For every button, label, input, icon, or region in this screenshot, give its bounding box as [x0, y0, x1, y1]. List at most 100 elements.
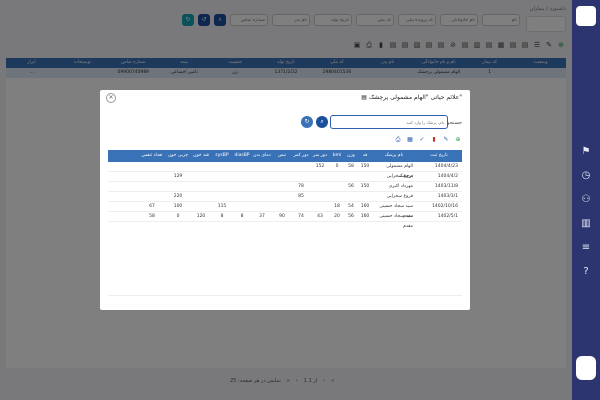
users-icon[interactable]: ⚇ [572, 188, 600, 212]
clock-icon[interactable]: ◷ [572, 164, 600, 188]
table-row[interactable]: 1404/4/23 الهام مشمولی پرچشک 150 58 0 152 [108, 162, 462, 179]
table-cell: سید سجاد حسینی مقدم [379, 204, 413, 219]
table-cell: 67 [149, 204, 155, 209]
column-header[interactable]: وزن [344, 150, 358, 162]
table-row[interactable]: 1403/3/1 فروغ سخرایی 85 220 [108, 192, 462, 202]
table-cell [310, 172, 330, 181]
close-icon[interactable]: ✕ [106, 93, 116, 103]
table-cell: 220 [173, 194, 183, 199]
table-cell [330, 172, 344, 181]
app-logo[interactable] [576, 6, 596, 26]
table-cell [252, 162, 272, 171]
table-cell [212, 162, 232, 171]
table-cell: 1403/3/1 [437, 194, 458, 199]
table-cell: 37 [259, 214, 265, 219]
table-cell [212, 182, 232, 191]
table-cell [212, 192, 232, 201]
chart-icon[interactable]: ✓ [418, 136, 426, 144]
help-icon[interactable]: ? [572, 260, 600, 284]
table-row[interactable]: 1403/11/8 مهرداد اکبری 150 56 78 [108, 182, 462, 192]
table-cell: 150 [360, 184, 370, 189]
chart-icon[interactable]: ▥ [572, 212, 600, 236]
table-cell [232, 202, 252, 211]
avatar[interactable] [576, 356, 596, 380]
table-cell [272, 192, 292, 201]
table-cell: 90 [279, 214, 285, 219]
table-cell: 115 [217, 204, 227, 209]
column-header[interactable]: diasBP [232, 150, 252, 162]
menu-icon[interactable]: ≡ [572, 236, 600, 260]
table-cell: الهام مشمولی پرچشک [386, 164, 413, 179]
table-row[interactable]: 1402/5/1 سید سجاد حسینی مقدم 160 56 20 43 74 90… [108, 212, 462, 229]
bookmark-icon[interactable]: ⚑ [572, 140, 600, 164]
column-header[interactable]: نام پزشک [372, 150, 416, 162]
column-header[interactable]: نبض [272, 150, 292, 162]
table-cell [212, 172, 232, 181]
table-cell [190, 182, 212, 191]
column-header[interactable]: bmi [330, 150, 344, 162]
document-icon: ▤ [361, 94, 367, 101]
table-cell: 43 [317, 214, 323, 219]
search-input[interactable] [330, 115, 448, 129]
table-cell [252, 182, 272, 191]
modal-toolbar: ⊕ ✎ ▮ ✓ ▦ ⎙ [394, 136, 462, 144]
table-cell [330, 182, 344, 191]
table-cell [344, 192, 358, 201]
table-cell [252, 192, 272, 201]
table-cell: 0 [176, 214, 180, 219]
column-header[interactable]: دور سر [310, 150, 330, 162]
table-cell: 1403/11/8 [434, 184, 458, 189]
table-cell: 20 [334, 214, 340, 219]
table-cell [272, 202, 292, 211]
table-cell [190, 192, 212, 201]
table-cell: 58 [149, 214, 155, 219]
table-cell [272, 172, 292, 181]
copy-icon[interactable]: ▦ [406, 136, 414, 144]
table-cell [252, 202, 272, 211]
column-header[interactable]: قد [358, 150, 372, 162]
column-header[interactable]: تعداد تنفس [138, 150, 166, 162]
table-cell: فروغ سخرایی [386, 194, 413, 199]
column-header[interactable]: تاریخ ثبت [416, 150, 462, 162]
column-header[interactable]: قند خون [190, 150, 212, 162]
table-cell: 160 [360, 204, 370, 209]
table-cell: 8 [240, 214, 244, 219]
table-cell: 1404/4/23 [434, 164, 458, 169]
refresh-button[interactable]: ↻ [301, 116, 313, 128]
vitals-table-header: تاریخ ثبت نام پزشک قد وزن bmi دور سر دور کمر نب… [108, 150, 462, 162]
print-icon[interactable]: ⎙ [394, 136, 402, 144]
table-cell [138, 172, 166, 181]
table-cell: 78 [298, 184, 304, 189]
add-icon[interactable]: ⊕ [454, 136, 462, 144]
edit-icon[interactable]: ✎ [442, 136, 450, 144]
table-cell [232, 162, 252, 171]
table-row[interactable]: 1404/4/2 فروغ سخرایی 129 [108, 172, 462, 182]
column-header[interactable]: دور کمر [292, 150, 310, 162]
table-cell: سید سجاد حسینی مقدم [379, 214, 413, 229]
delete-icon[interactable]: ▮ [430, 136, 438, 144]
table-cell [190, 162, 212, 171]
table-cell: 18 [334, 204, 340, 209]
table-cell [232, 182, 252, 191]
table-cell [358, 172, 372, 181]
table-cell: 1404/4/2 [437, 174, 458, 179]
column-header[interactable]: sysBP [212, 150, 232, 162]
table-cell: 74 [298, 214, 304, 219]
table-cell [166, 162, 190, 171]
table-cell [190, 202, 212, 211]
table-cell [272, 182, 292, 191]
table-row[interactable]: 1402/10/16 سید سجاد حسینی مقدم 160 54 18 115 1… [108, 202, 462, 219]
table-cell: 150 [360, 164, 370, 169]
table-cell: 0 [335, 164, 339, 169]
table-cell [166, 182, 190, 191]
table-cell: 160 [360, 214, 370, 219]
column-header[interactable]: چربی خون [166, 150, 190, 162]
table-cell [252, 172, 272, 181]
table-cell: 58 [348, 164, 354, 169]
modal-title: ▤ علائم حیاتی "الهام مشمولی پرچشک" [361, 94, 462, 101]
table-cell [344, 172, 358, 181]
column-header[interactable]: دمای بدن [252, 150, 272, 162]
vital-signs-modal: ▤ علائم حیاتی "الهام مشمولی پرچشک" ✕ جست… [100, 90, 470, 310]
table-cell [358, 192, 372, 201]
search-button[interactable]: ⌕ [316, 116, 328, 128]
